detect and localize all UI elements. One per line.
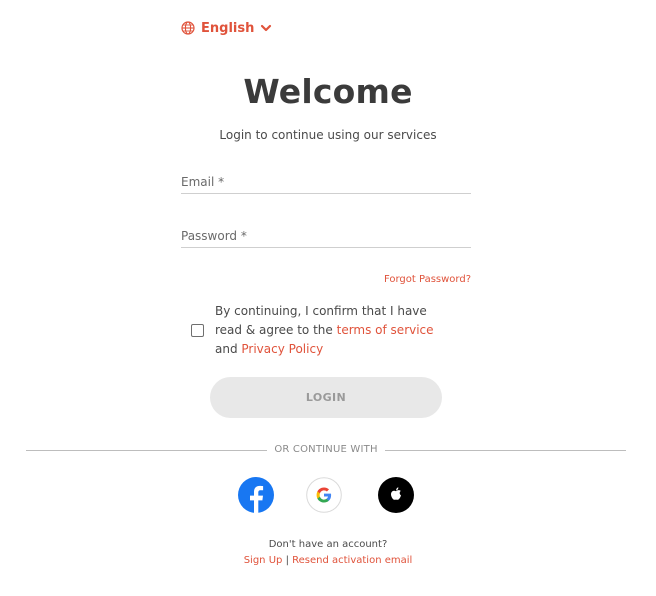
divider-line-right — [385, 450, 626, 451]
email-field[interactable]: Email * — [181, 172, 471, 194]
resend-activation-link[interactable]: Resend activation email — [292, 555, 412, 566]
no-account-text: Don't have an account? — [268, 539, 388, 550]
google-icon — [306, 477, 342, 513]
consent-text: By continuing, I confirm that I have rea… — [215, 302, 456, 359]
language-selector[interactable]: English — [181, 18, 272, 38]
page-title: Welcome — [243, 72, 413, 111]
consent-checkbox[interactable] — [191, 324, 204, 337]
facebook-icon — [238, 477, 274, 513]
email-input[interactable] — [181, 172, 471, 193]
language-label[interactable]: English — [201, 21, 254, 36]
password-field[interactable]: Password * — [181, 226, 471, 248]
page-subtitle: Login to continue using our services — [219, 128, 437, 142]
facebook-login-button[interactable] — [238, 477, 274, 513]
sign-up-link[interactable]: Sign Up — [244, 555, 283, 566]
forgot-password-link[interactable]: Forgot Password? — [384, 274, 471, 285]
login-button[interactable]: LOGIN — [210, 377, 442, 418]
consent-text-middle: and — [215, 342, 242, 356]
chevron-down-icon[interactable] — [260, 22, 272, 34]
footer-separator: | — [285, 555, 289, 566]
terms-of-service-link[interactable]: terms of service — [337, 323, 434, 337]
apple-login-button[interactable] — [378, 477, 414, 513]
apple-icon — [378, 477, 414, 513]
footer-links: Sign Up | Resend activation email — [0, 555, 656, 566]
privacy-policy-link[interactable]: Privacy Policy — [241, 342, 323, 356]
or-continue-divider: OR CONTINUE WITH — [26, 444, 626, 456]
globe-icon — [181, 21, 195, 35]
google-login-button[interactable] — [306, 477, 342, 513]
password-input[interactable] — [181, 226, 471, 247]
